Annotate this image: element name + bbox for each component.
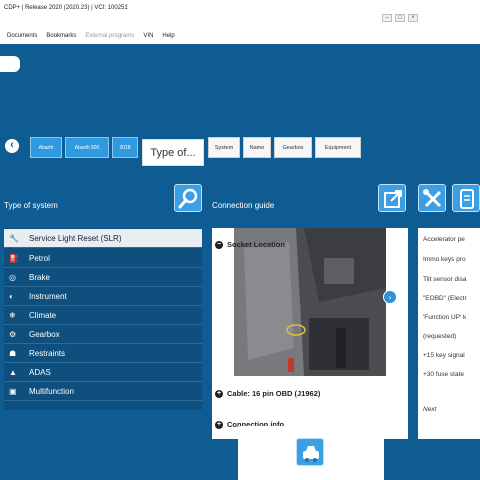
menu-documents[interactable]: Documents <box>7 33 37 39</box>
socket-location-section[interactable]: − Socket Location <box>215 240 285 249</box>
search-icon <box>178 188 198 209</box>
system-item-label: ADAS <box>29 367 51 377</box>
system-item-label: Service Light Reset (SLR) <box>29 233 122 243</box>
info-line: (requested) <box>423 333 457 340</box>
window-controls: – □ × <box>382 14 418 22</box>
next-photo-button[interactable]: › <box>383 290 397 304</box>
back-button[interactable]: ‹ <box>5 139 19 153</box>
menu-vin[interactable]: VIN <box>143 33 153 39</box>
main-area: ‹ Abarth Abarth 500 2018 Type of... Syst… <box>0 44 480 480</box>
system-item-label: Instrument <box>29 291 67 301</box>
system-item-label: Petrol <box>29 253 50 263</box>
cable-section[interactable]: + Cable: 16 pin OBD (J1962) <box>215 389 320 398</box>
tools-button[interactable] <box>418 184 446 212</box>
system-item-label: Multifunction <box>29 386 74 396</box>
system-item-gearbox[interactable]: ⚙ Gearbox <box>4 325 202 344</box>
instrument-icon: ◐ <box>9 291 14 301</box>
system-type-header: Type of system <box>4 201 58 210</box>
next-link[interactable]: Next <box>423 406 436 413</box>
system-item-instrument[interactable]: ◐ Instrument <box>4 287 202 306</box>
cable-title: Cable: 16 pin OBD (J1962) <box>227 389 321 398</box>
car-icon <box>303 446 319 462</box>
system-list: 🔧 Service Light Reset (SLR) ⛽ Petrol ◎ B… <box>4 228 202 410</box>
gearbox-icon: ⚙ <box>9 329 17 339</box>
open-external-button[interactable] <box>378 184 406 212</box>
menu-bookmarks[interactable]: Bookmarks <box>46 33 76 39</box>
close-button[interactable]: × <box>408 14 418 22</box>
brake-icon: ◎ <box>9 272 16 282</box>
external-link-icon <box>384 190 402 208</box>
system-item-label: Climate <box>29 310 57 320</box>
system-item-restraints[interactable]: ☗ Restraints <box>4 344 202 363</box>
document-button[interactable] <box>452 184 480 212</box>
info-line: +15 key signal <box>423 352 465 359</box>
chevron-right-icon: › <box>388 293 392 302</box>
window-title: CDP+ | Release 2020 (2020.23) | VCI: 100… <box>4 5 128 11</box>
expand-icon: + <box>215 389 223 398</box>
socket-location-title: Socket Location <box>227 240 285 249</box>
menu-help[interactable]: Help <box>162 33 174 39</box>
document-icon <box>460 189 474 209</box>
tools-icon <box>423 189 442 208</box>
info-line: Immo keys pro <box>423 256 466 263</box>
system-item-label: Brake <box>29 272 50 282</box>
system-item-label: Restraints <box>29 348 66 358</box>
system-item-multifunction[interactable]: ▣ Multifunction <box>4 382 202 401</box>
info-line: "EOBD" (Electr <box>423 295 467 302</box>
menu-external-programs[interactable]: External programs <box>85 33 134 39</box>
menu-bar: Documents Bookmarks External programs VI… <box>0 30 480 42</box>
tab-gearbox[interactable]: Gearbox <box>274 137 312 158</box>
info-line: 'Function UP' k <box>423 314 467 321</box>
climate-icon: ❄ <box>9 310 16 320</box>
system-item-climate[interactable]: ❄ Climate <box>4 306 202 325</box>
info-line: Accelerator pe <box>423 236 465 243</box>
side-handle[interactable] <box>0 56 20 72</box>
minimize-button[interactable]: – <box>382 14 392 22</box>
chevron-left-icon: ‹ <box>10 139 14 151</box>
tab-name[interactable]: Name <box>243 137 271 158</box>
tab-model[interactable]: Abarth 500 <box>65 137 109 158</box>
tab-make[interactable]: Abarth <box>30 137 62 158</box>
expand-icon: + <box>215 420 223 429</box>
vehicle-card <box>238 426 384 480</box>
wrench-icon: 🔧 <box>9 233 19 243</box>
tab-equipment[interactable]: Equipment <box>315 137 361 158</box>
tab-year[interactable]: 2018 <box>112 137 138 158</box>
system-item-label: Gearbox <box>29 329 60 339</box>
connection-panel: − Socket Location › + Cable: 16 pin OBD … <box>212 228 408 439</box>
petrol-icon: ⛽ <box>9 253 19 263</box>
maximize-button[interactable]: □ <box>395 14 405 22</box>
system-item-slr[interactable]: 🔧 Service Light Reset (SLR) <box>4 229 202 248</box>
vehicle-button[interactable] <box>296 438 324 466</box>
collapse-icon: − <box>215 240 223 249</box>
connection-guide-header: Connection guide <box>212 201 275 210</box>
info-line: Tilt sensor disa <box>423 276 467 283</box>
tab-system[interactable]: System <box>208 137 240 158</box>
adas-icon: ▲ <box>9 367 17 377</box>
multifunction-icon: ▣ <box>9 386 17 396</box>
system-item-brake[interactable]: ◎ Brake <box>4 268 202 287</box>
info-line: +30 fuse state <box>423 371 465 378</box>
search-button[interactable] <box>174 184 202 212</box>
system-item-adas[interactable]: ▲ ADAS <box>4 363 202 382</box>
socket-location-photo <box>234 228 386 376</box>
type-of-selector[interactable]: Type of... <box>142 139 204 166</box>
restraints-icon: ☗ <box>9 348 17 358</box>
info-panel: Accelerator pe Immo keys pro Tilt sensor… <box>418 228 480 439</box>
system-item-petrol[interactable]: ⛽ Petrol <box>4 249 202 268</box>
